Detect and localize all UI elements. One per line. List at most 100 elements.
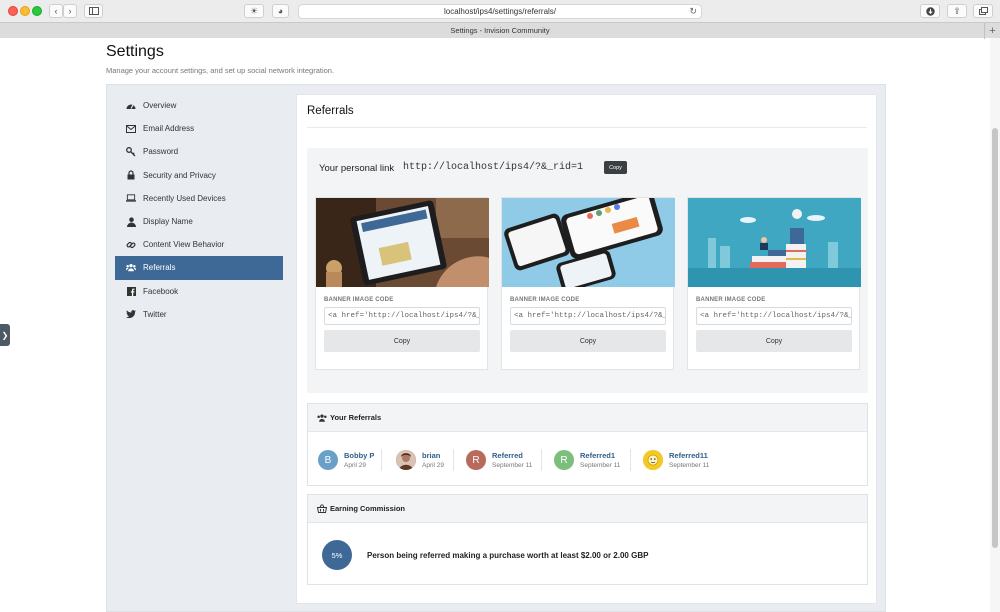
minimize-window-button[interactable] bbox=[20, 6, 30, 16]
browser-chrome: ‹ › ☀ ◕ localhost/ips4/settings/referral… bbox=[0, 0, 1000, 39]
sidebar-item-recently-used-devices[interactable]: Recently Used Devices bbox=[115, 187, 283, 210]
download-icon bbox=[925, 6, 935, 16]
banner-code-input[interactable]: <a href='http://localhost/ips4/?&_rid=1'… bbox=[324, 307, 480, 325]
divider bbox=[381, 449, 382, 471]
settings-sidebar: Overview Email Address Password Security… bbox=[115, 94, 283, 326]
earning-commission-header: Earning Commission bbox=[308, 495, 867, 523]
banner-code-label: BANNER IMAGE CODE bbox=[510, 297, 580, 303]
avatar bbox=[396, 450, 416, 470]
settings-container: Overview Email Address Password Security… bbox=[106, 84, 886, 612]
basket-icon bbox=[317, 504, 327, 514]
copy-banner-button[interactable]: Copy bbox=[696, 330, 852, 352]
avatar: B bbox=[318, 450, 338, 470]
divider bbox=[453, 449, 454, 471]
user-icon bbox=[126, 216, 136, 227]
commission-description: Person being referred making a purchase … bbox=[367, 551, 649, 560]
commission-percent-badge: 5% bbox=[322, 540, 352, 570]
page-subtitle: Manage your account settings, and set up… bbox=[106, 66, 335, 75]
expand-panel-handle[interactable]: ❯ bbox=[0, 324, 10, 346]
sidebar-item-twitter[interactable]: Twitter bbox=[115, 303, 283, 326]
sidebar-item-facebook[interactable]: Facebook bbox=[115, 280, 283, 303]
browser-toolbar: ‹ › ☀ ◕ localhost/ips4/settings/referral… bbox=[0, 0, 1000, 22]
laptop-icon bbox=[126, 193, 136, 203]
referral-date: September 11 bbox=[580, 462, 621, 469]
referral-name[interactable]: Referred11 bbox=[669, 451, 709, 460]
new-tab-button[interactable]: + bbox=[984, 23, 1000, 39]
key-icon bbox=[126, 147, 136, 157]
sidebar-item-overview[interactable]: Overview bbox=[115, 94, 283, 117]
tabs-overview-button[interactable] bbox=[973, 4, 993, 18]
sidebar-item-label: Referrals bbox=[143, 263, 176, 273]
copy-banner-button[interactable]: Copy bbox=[510, 330, 666, 352]
page-title: Settings bbox=[106, 43, 164, 60]
reload-icon[interactable]: ↻ bbox=[689, 6, 697, 17]
sidebar-item-label: Security and Privacy bbox=[143, 170, 216, 180]
your-referrals-header: Your Referrals bbox=[308, 404, 867, 432]
sidebar-item-content-view-behavior[interactable]: Content View Behavior bbox=[115, 233, 283, 256]
link-icon bbox=[126, 240, 136, 250]
copy-personal-link-button[interactable]: Copy bbox=[604, 161, 627, 174]
referrals-list: B Bobby P April 29 brian April 29 R Refe… bbox=[308, 432, 867, 486]
envelope-icon bbox=[126, 124, 136, 134]
sidebar-item-label: Facebook bbox=[143, 286, 179, 296]
banner-code-input[interactable]: <a href='http://localhost/ips4/?&_rid=1'… bbox=[696, 307, 852, 325]
referral-name[interactable]: Bobby P bbox=[344, 451, 374, 460]
commission-row: 5% Person being referred making a purcha… bbox=[308, 523, 867, 585]
maximize-window-button[interactable] bbox=[32, 6, 42, 16]
banner-card: BANNER IMAGE CODE <a href='http://localh… bbox=[687, 197, 861, 370]
referral-item[interactable]: B Bobby P April 29 bbox=[318, 449, 374, 471]
sidebar-icon bbox=[88, 7, 99, 15]
sidebar-item-email-address[interactable]: Email Address bbox=[115, 117, 283, 140]
copy-banner-button[interactable]: Copy bbox=[324, 330, 480, 352]
plus-icon: + bbox=[989, 25, 996, 37]
close-window-button[interactable] bbox=[8, 6, 18, 16]
address-bar[interactable]: localhost/ips4/settings/referrals/ ↻ bbox=[298, 4, 702, 19]
downloads-button[interactable] bbox=[920, 4, 940, 18]
sidebar-item-security-and-privacy[interactable]: Security and Privacy bbox=[115, 164, 283, 187]
back-button[interactable]: ‹ bbox=[49, 4, 63, 18]
tab-bar: Settings - Invision Community + bbox=[0, 22, 1000, 39]
banner-image-phones[interactable] bbox=[502, 198, 675, 287]
banner-code-label: BANNER IMAGE CODE bbox=[324, 297, 394, 303]
referral-date: September 11 bbox=[669, 462, 710, 469]
banner-code-input[interactable]: <a href='http://localhost/ips4/?&_rid=1'… bbox=[510, 307, 666, 325]
lock-icon bbox=[126, 170, 136, 180]
sidebar-item-referrals[interactable]: Referrals bbox=[115, 256, 283, 280]
active-tab-title[interactable]: Settings - Invision Community bbox=[450, 26, 549, 35]
users-icon bbox=[317, 413, 327, 423]
earning-commission-title: Earning Commission bbox=[330, 504, 406, 513]
avatar: R bbox=[466, 450, 486, 470]
your-referrals-title: Your Referrals bbox=[330, 413, 382, 422]
sidebar-toggle-button[interactable] bbox=[84, 4, 103, 18]
personal-link-url[interactable]: http://localhost/ips4/?&_rid=1 bbox=[403, 162, 583, 173]
forward-button[interactable]: › bbox=[63, 4, 77, 18]
page-scrollbar-thumb[interactable] bbox=[992, 128, 998, 548]
divider bbox=[630, 449, 631, 471]
banner-image-tablet[interactable] bbox=[316, 198, 489, 287]
share-button[interactable]: ⇪ bbox=[947, 4, 967, 18]
referral-item[interactable]: brian April 29 bbox=[396, 449, 444, 471]
chevron-left-icon: ‹ bbox=[54, 6, 58, 16]
referral-name[interactable]: Referred bbox=[492, 451, 532, 460]
sidebar-item-label: Email Address bbox=[143, 124, 195, 134]
sidebar-item-display-name[interactable]: Display Name bbox=[115, 210, 283, 233]
referral-item[interactable]: R Referred1 September 11 bbox=[554, 449, 620, 471]
brightness-button[interactable]: ☀ bbox=[244, 4, 264, 18]
banner-image-books[interactable] bbox=[688, 198, 861, 287]
twitter-icon bbox=[126, 309, 136, 319]
sidebar-item-password[interactable]: Password bbox=[115, 140, 283, 163]
dashboard-icon bbox=[126, 101, 136, 111]
tabs-icon bbox=[978, 7, 988, 15]
chevron-right-icon: ❯ bbox=[1, 330, 9, 340]
referral-name[interactable]: brian bbox=[422, 451, 444, 460]
referral-date: April 29 bbox=[344, 462, 367, 469]
sidebar-item-label: Twitter bbox=[143, 309, 167, 319]
sidebar-item-label: Display Name bbox=[143, 217, 193, 227]
referral-item[interactable]: R Referred September 11 bbox=[466, 449, 532, 471]
privacy-button[interactable]: ◕ bbox=[272, 4, 289, 18]
url-text: localhost/ips4/settings/referrals/ bbox=[443, 7, 557, 16]
referral-item[interactable]: Referred11 September 11 bbox=[643, 449, 709, 471]
sidebar-item-label: Recently Used Devices bbox=[143, 193, 226, 203]
share-icon: ⇪ bbox=[953, 5, 961, 16]
referral-name[interactable]: Referred1 bbox=[580, 451, 620, 460]
